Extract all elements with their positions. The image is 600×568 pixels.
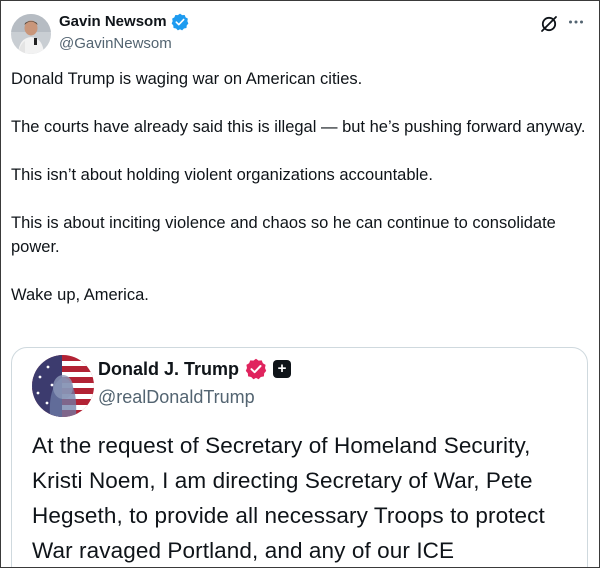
tweet-container: Gavin Newsom @GavinNewsom Donald Trump i…: [0, 0, 600, 568]
quoted-author-handle[interactable]: @realDonaldTrump: [98, 386, 255, 408]
author-name-text[interactable]: Gavin Newsom: [59, 12, 167, 32]
verified-badge-icon: [171, 13, 189, 31]
quoted-avatar[interactable]: [32, 355, 94, 417]
quoted-tweet-card[interactable]: Donald J. Trump + @realDonaldTrump At th…: [11, 347, 588, 567]
quoted-author-name-text[interactable]: Donald J. Trump: [98, 358, 239, 380]
quoted-author-name[interactable]: Donald J. Trump +: [98, 358, 292, 380]
author-name[interactable]: Gavin Newsom: [59, 12, 189, 32]
plus-badge-icon: +: [273, 360, 292, 378]
more-icon[interactable]: [566, 12, 586, 32]
tweet-paragraph: This is about inciting violence and chao…: [11, 214, 556, 256]
tweet-text: Donald Trump is waging war on American c…: [11, 67, 586, 331]
avatar[interactable]: [11, 14, 51, 54]
tweet-paragraph: This isn’t about holding violent organiz…: [11, 166, 433, 184]
tweet-paragraph: Donald Trump is waging war on American c…: [11, 70, 363, 88]
tweet-paragraph: The courts have already said this is ill…: [11, 118, 586, 136]
author-handle[interactable]: @GavinNewsom: [59, 34, 172, 54]
quoted-tweet-text: At the request of Secretary of Homeland …: [32, 433, 545, 563]
tweet-paragraph: Wake up, America.: [11, 286, 149, 304]
verified-badge-icon: [245, 358, 267, 380]
grok-icon[interactable]: [539, 14, 559, 34]
